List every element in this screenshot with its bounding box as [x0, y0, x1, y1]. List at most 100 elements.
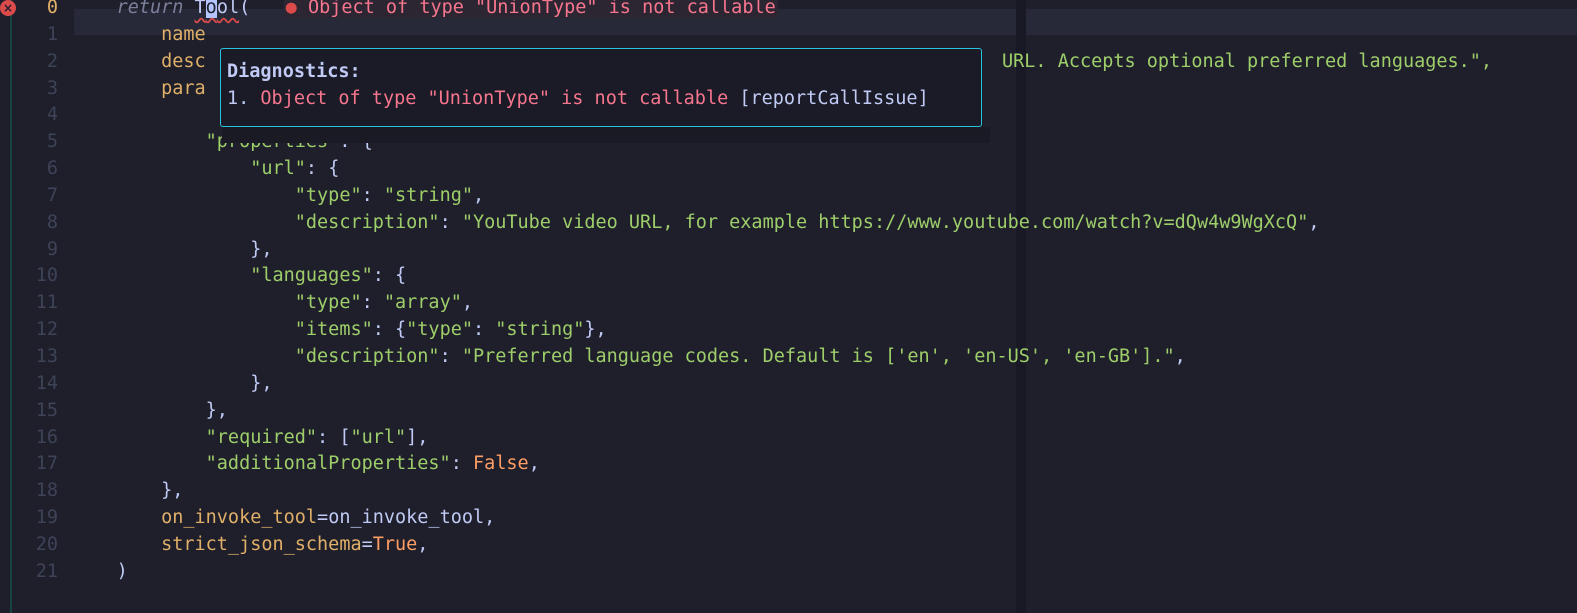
description-string-tail: URL. Accepts optional preferred language… — [1002, 50, 1493, 72]
code-line[interactable]: 19 on_invoke_tool=on_invoke_tool, — [0, 505, 1577, 532]
line-number: 9 — [46, 238, 58, 260]
line-code: on_invoke_tool=on_invoke_tool, — [72, 505, 495, 532]
tooltip-title: Diagnostics: — [227, 61, 361, 82]
line-number: 13 — [35, 345, 58, 367]
line-code: "type": "string", — [72, 183, 484, 210]
code-line[interactable]: 14 }, — [0, 371, 1577, 398]
code-token: = — [317, 507, 329, 529]
line-code: "additionalProperties": False, — [72, 451, 540, 478]
line-number: 18 — [35, 480, 58, 502]
code-token: "items" — [294, 319, 373, 341]
code-line[interactable]: 6 "url": { — [0, 156, 1577, 183]
code-line[interactable]: × 0 return Tool( ● Object of type "UnionT… — [0, 0, 1577, 22]
line-number: 8 — [46, 211, 58, 233]
inline-diagnostic[interactable]: ● Object of type "UnionType" is not call… — [283, 0, 778, 18]
code-token: strict_json_schema — [161, 533, 362, 555]
code-line[interactable]: 20 strict_json_schema=True, — [0, 532, 1577, 559]
code-token: : — [439, 345, 462, 367]
code-token: "description" — [294, 211, 440, 233]
line-code: "description": "YouTube video URL, for e… — [72, 210, 1320, 237]
line-code: "items": {"type": "string"}, — [72, 317, 607, 344]
code-token: ) — [116, 560, 128, 582]
code-token: , — [484, 507, 496, 529]
code-line[interactable]: 15 }, — [0, 398, 1577, 425]
code-line[interactable]: 12 "items": {"type": "string"}, — [0, 317, 1577, 344]
code-token: ( — [239, 0, 251, 18]
code-token: = — [361, 533, 373, 555]
line-number: 16 — [35, 426, 58, 448]
code-token: "Preferred language codes. Default is ['… — [461, 345, 1175, 367]
code-line[interactable]: 9 }, — [0, 237, 1577, 264]
line-number: 20 — [35, 533, 58, 555]
code-line[interactable]: 13 "description": "Preferred language co… — [0, 344, 1577, 371]
line-code: return Tool( ● Object of type "UnionType… — [72, 0, 778, 22]
code-token: , — [1308, 211, 1320, 233]
code-token: "type" — [294, 292, 362, 314]
code-token: on_invoke_tool — [161, 507, 318, 529]
code-token: , — [472, 184, 485, 206]
code-token: "YouTube video URL, for example https://… — [461, 211, 1309, 233]
line-number: 1 — [46, 23, 58, 45]
diagnostic-rule-code: [reportCallIssue] — [739, 88, 929, 109]
code-token: : — [439, 211, 462, 233]
line-code: "languages": { — [72, 263, 406, 290]
error-dot-icon: ● — [285, 0, 308, 18]
code-token: "array" — [383, 292, 462, 314]
code-line[interactable]: 8 "description": "YouTube video URL, for… — [0, 210, 1577, 237]
code-token: : [ — [317, 426, 351, 448]
code-token: : { — [372, 265, 407, 287]
code-token: T — [194, 0, 206, 18]
code-token: "url" — [350, 426, 407, 448]
diagnostic-entry: 1. Object of type "UnionType" is not cal… — [227, 85, 975, 112]
code-token: desc — [161, 50, 206, 72]
code-line[interactable]: 7 "type": "string", — [0, 183, 1577, 210]
code-line[interactable]: 10 "languages": { — [0, 263, 1577, 290]
code-token: : — [361, 292, 384, 314]
code-token: , — [1174, 345, 1186, 367]
line-code: para — [72, 76, 206, 103]
code-token: }, — [161, 480, 184, 502]
code-token: : — [472, 319, 496, 341]
code-token: para — [161, 77, 206, 99]
line-code: }, — [72, 478, 183, 505]
code-token: "type" — [406, 319, 473, 341]
code-line[interactable]: 21 ) — [0, 559, 1577, 586]
code-line[interactable]: 16 "required": ["url"], — [0, 425, 1577, 452]
line-number: 2 — [46, 50, 58, 72]
code-token: "string" — [495, 319, 585, 341]
code-line[interactable]: 17 "additionalProperties": False, — [0, 451, 1577, 478]
line-code: }, — [72, 371, 273, 398]
line-number: 19 — [35, 507, 58, 529]
tooltip-shadow — [222, 127, 990, 143]
line-code: desc URL. Accepts optional preferred lang… — [72, 49, 1492, 76]
diagnostics-tooltip: Diagnostics: 1. Object of type "UnionTyp… — [220, 48, 982, 127]
error-icon[interactable]: × — [0, 0, 16, 16]
code-token: "string" — [383, 184, 473, 206]
code-token: : — [450, 453, 473, 475]
line-number: 11 — [35, 292, 58, 314]
code-line[interactable]: 18 }, — [0, 478, 1577, 505]
code-token: , — [417, 533, 429, 555]
line-number: 5 — [46, 131, 58, 153]
line-number: 0 — [46, 0, 58, 18]
code-line[interactable]: 11 "type": "array", — [0, 290, 1577, 317]
code-token: }, — [250, 238, 273, 260]
code-line[interactable]: 1 name — [0, 22, 1577, 49]
code-token: "type" — [294, 184, 362, 206]
code-token: }, — [250, 372, 273, 394]
code-token: return — [116, 0, 184, 18]
